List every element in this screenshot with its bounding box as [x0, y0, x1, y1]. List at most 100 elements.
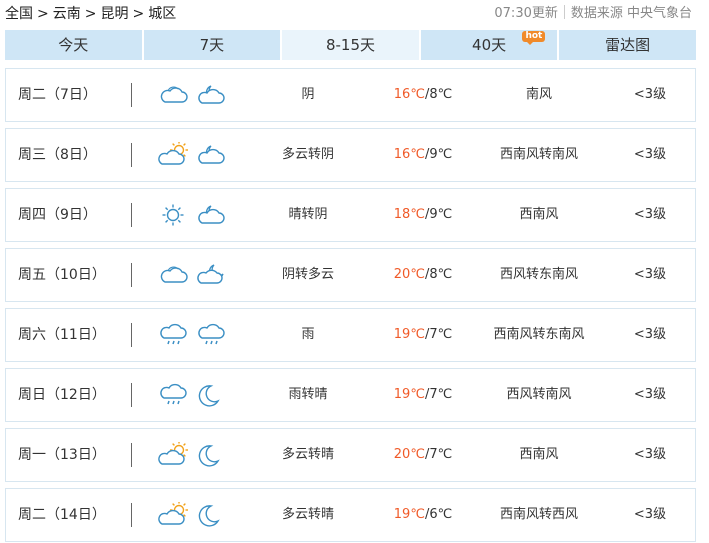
temp-high: 19℃ [393, 327, 425, 342]
forecast-row: 周二（7日） 阴 16℃/8℃ 南风 <3级 [5, 68, 696, 122]
forecast-day: 周五（10日） [18, 267, 106, 283]
cloudy-night-icon [196, 202, 228, 228]
tab-label: 7天 [199, 36, 225, 54]
temperature: 20℃/7℃ [378, 429, 468, 481]
temp-low: 9℃ [429, 207, 453, 222]
wind-level: <3级 [633, 447, 667, 462]
moon-icon [196, 382, 228, 408]
rain-icon [158, 322, 190, 348]
wind-direction: 西风转东南风 [499, 267, 578, 282]
wind-direction: 西南风 [519, 447, 559, 462]
temperature: 19℃/7℃ [378, 369, 468, 421]
wind-level: <3级 [633, 147, 667, 162]
forecast-day: 周日（12日） [18, 387, 106, 403]
partly-cloudy-icon [158, 442, 190, 468]
temp-high: 20℃ [393, 447, 425, 462]
rain-icon [196, 322, 228, 348]
forecast-day: 周一（13日） [18, 447, 106, 463]
rain-icon [158, 382, 190, 408]
forecast-row: 周三（8日） 多云转阴 16℃/9℃ 西南风转南风 <3级 [5, 128, 696, 182]
temp-low: 8℃ [429, 267, 453, 282]
temp-high: 19℃ [393, 507, 425, 522]
forecast-row: 周二（14日） 多云转晴 19℃/6℃ 西南风转西风 <3级 [5, 488, 696, 542]
wind-direction: 西南风转西风 [499, 507, 578, 522]
sun-icon [158, 202, 190, 228]
row-divider [131, 263, 132, 287]
wind-direction: 南风 [525, 87, 552, 102]
temp-high: 16℃ [393, 147, 425, 162]
weather-icons [158, 249, 228, 301]
row-divider [131, 143, 132, 167]
temp-low: 7℃ [429, 387, 453, 402]
tab-label: 8-15天 [325, 36, 375, 54]
weather-description: 多云转晴 [281, 507, 334, 522]
forecast-day: 周三（8日） [18, 147, 97, 163]
row-divider [131, 83, 132, 107]
hot-badge: hot [522, 31, 546, 45]
top-bar: 全国 > 云南 > 昆明 > 城区 07:30更新 数据来源 中央气象台 [0, 0, 709, 28]
temperature: 20℃/8℃ [378, 249, 468, 301]
temperature: 18℃/9℃ [378, 189, 468, 241]
breadcrumb-item-district: 城区 [148, 6, 177, 22]
weather-icons [158, 369, 228, 421]
breadcrumb-separator: > [132, 6, 145, 22]
update-time: 07:30更新 [494, 6, 558, 21]
weather-description: 雨转晴 [288, 387, 328, 402]
row-divider [131, 383, 132, 407]
wind-direction: 西南风转东南风 [493, 327, 585, 342]
partly-cloudy-night-icon [196, 262, 228, 288]
forecast-row: 周四（9日） 晴转阴 18℃/9℃ 西南风 <3级 [5, 188, 696, 242]
weather-icons [158, 489, 228, 541]
temp-high: 19℃ [393, 387, 425, 402]
forecast-row: 周六（11日） 雨 19℃/7℃ 西南风转东南风 <3级 [5, 308, 696, 362]
forecast-day: 周二（14日） [18, 507, 106, 523]
data-source: 数据来源 中央气象台 [570, 6, 692, 21]
tab-7-days[interactable]: 7天 [143, 30, 283, 60]
cloudy-night-icon [196, 82, 228, 108]
forecast-row: 周日（12日） 雨转晴 19℃/7℃ 西风转南风 <3级 [5, 368, 696, 422]
tab-40-days[interactable]: 40天 hot [420, 30, 560, 60]
temperature: 19℃/6℃ [378, 489, 468, 541]
partly-cloudy-icon [158, 502, 190, 528]
wind-level: <3级 [633, 267, 667, 282]
update-meta: 07:30更新 数据来源 中央气象台 [494, 0, 692, 28]
forecast-row: 周五（10日） 阴转多云 20℃/8℃ 西风转东南风 <3级 [5, 248, 696, 302]
row-divider [131, 323, 132, 347]
weather-icons [158, 189, 228, 241]
weather-icons [158, 429, 228, 481]
breadcrumb-item-country[interactable]: 全国 [5, 6, 33, 22]
forecast-day: 周四（9日） [18, 207, 97, 223]
wind-direction: 西南风转南风 [499, 147, 578, 162]
temp-low: 8℃ [429, 87, 453, 102]
tab-label: 40天 [472, 36, 507, 54]
tab-today[interactable]: 今天 [5, 30, 144, 60]
forecast-day: 周六（11日） [18, 327, 106, 343]
weather-description: 多云转晴 [281, 447, 334, 462]
wind-level: <3级 [633, 387, 667, 402]
temp-high: 18℃ [393, 207, 425, 222]
wind-direction: 西南风 [519, 207, 559, 222]
tab-radar[interactable]: 雷达图 [559, 30, 696, 60]
breadcrumb-item-city[interactable]: 昆明 [100, 6, 128, 22]
weather-description: 阴转多云 [281, 267, 334, 282]
tab-8-15-days[interactable]: 8-15天 [282, 30, 421, 60]
forecast-row: 周一（13日） 多云转晴 20℃/7℃ 西南风 <3级 [5, 428, 696, 482]
breadcrumb: 全国 > 云南 > 昆明 > 城区 [5, 0, 176, 28]
breadcrumb-item-province[interactable]: 云南 [53, 6, 81, 22]
temp-high: 20℃ [393, 267, 425, 282]
forecast-day: 周二（7日） [18, 87, 97, 103]
weather-icons [158, 129, 228, 181]
moon-icon [196, 502, 228, 528]
weather-description: 晴转阴 [288, 207, 328, 222]
temp-low: 7℃ [429, 327, 453, 342]
temp-high: 16℃ [393, 87, 425, 102]
breadcrumb-separator: > [37, 6, 49, 22]
partly-cloudy-icon [158, 142, 190, 168]
temperature: 16℃/8℃ [378, 69, 468, 121]
wind-level: <3级 [633, 87, 667, 102]
row-divider [131, 203, 132, 227]
cloud-icon [158, 262, 190, 288]
wind-direction: 西风转南风 [506, 387, 572, 402]
temperature: 16℃/9℃ [378, 129, 468, 181]
temp-low: 9℃ [429, 147, 453, 162]
